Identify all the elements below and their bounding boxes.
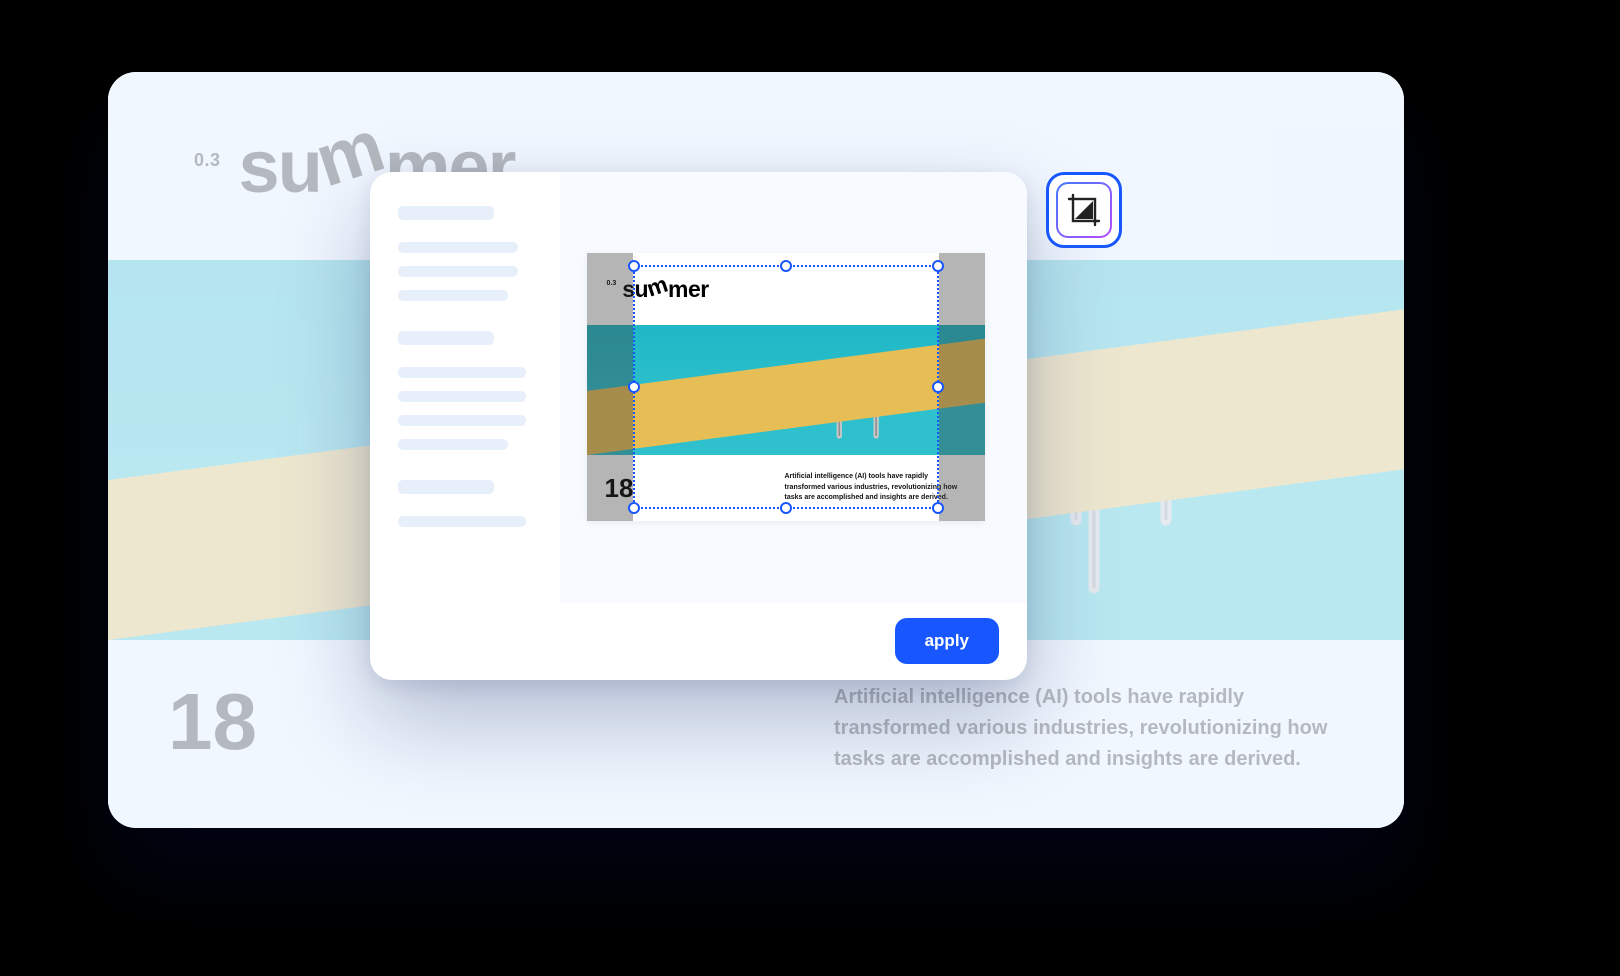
sidebar-line-placeholder xyxy=(398,367,526,378)
crop-handle-middle-right[interactable] xyxy=(932,381,944,393)
crop-handle-bottom-middle[interactable] xyxy=(780,502,792,514)
sidebar-heading-placeholder xyxy=(398,206,494,220)
crop-handle-middle-left[interactable] xyxy=(628,381,640,393)
sidebar-line-placeholder xyxy=(398,242,518,253)
sidebar-line-placeholder xyxy=(398,266,518,277)
crop-handle-top-right[interactable] xyxy=(932,260,944,272)
crop-handle-top-middle[interactable] xyxy=(780,260,792,272)
crop-tool-button[interactable] xyxy=(1046,172,1122,248)
crop-handle-top-left[interactable] xyxy=(628,260,640,272)
sidebar-line-placeholder xyxy=(398,516,526,527)
sidebar-line-placeholder xyxy=(398,290,508,301)
modal-body: 0.3 summer xyxy=(370,172,1027,602)
crop-handle-bottom-left[interactable] xyxy=(628,502,640,514)
modal-footer: apply xyxy=(370,602,1027,680)
crop-mask-right xyxy=(939,253,985,521)
crop-modal: 0.3 summer xyxy=(370,172,1027,680)
crop-preview-pane: 0.3 summer xyxy=(560,172,1027,602)
sidebar-heading-placeholder xyxy=(398,480,494,494)
sidebar-line-placeholder xyxy=(398,439,508,450)
apply-button[interactable]: apply xyxy=(895,618,999,664)
crop-selection[interactable] xyxy=(633,265,939,509)
crop-canvas[interactable]: 0.3 summer xyxy=(587,253,985,521)
sidebar-line-placeholder xyxy=(398,391,526,402)
sidebar-heading-placeholder xyxy=(398,331,494,345)
modal-sidebar xyxy=(370,172,560,602)
crop-icon xyxy=(1067,193,1101,227)
crop-handle-bottom-right[interactable] xyxy=(932,502,944,514)
crop-mask-left xyxy=(587,253,633,521)
sidebar-line-placeholder xyxy=(398,415,526,426)
